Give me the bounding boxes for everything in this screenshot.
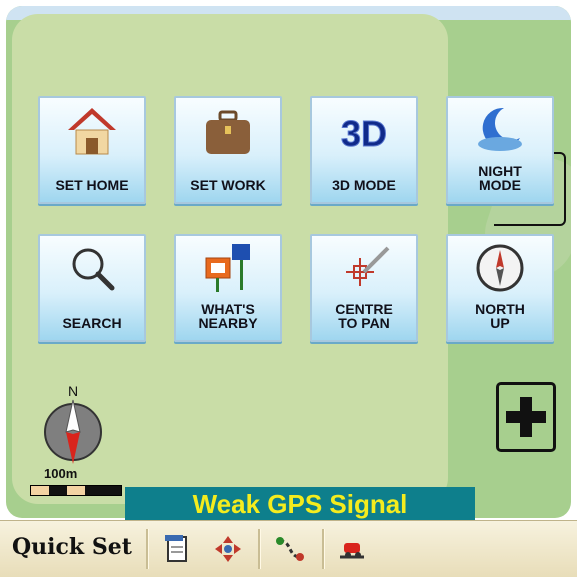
north-up-label: NORTH UP <box>475 301 525 331</box>
pan-arrows-icon[interactable] <box>212 533 244 565</box>
magnifier-icon <box>72 248 115 291</box>
north-up-button[interactable]: NORTH UP <box>446 234 554 342</box>
night-mode-button[interactable]: NIGHT MODE <box>446 96 554 204</box>
3d-icon: 3D <box>340 113 387 155</box>
toolbar-separator <box>146 529 149 569</box>
search-label: SEARCH <box>62 315 122 331</box>
toolbar-separator <box>258 529 261 569</box>
notepad-icon[interactable] <box>160 533 192 565</box>
scale-label: 100m <box>44 466 78 481</box>
compass-rose-icon[interactable]: N <box>38 382 108 466</box>
centre-to-pan-button[interactable]: CENTRE TO PAN <box>310 234 418 342</box>
whats-nearby-label: WHAT'S NEARBY <box>198 301 258 331</box>
set-home-button[interactable]: SET HOME <box>38 96 146 204</box>
night-mode-label: NIGHT MODE <box>478 163 522 193</box>
centre-to-pan-label: CENTRE TO PAN <box>335 301 393 331</box>
set-work-label: SET WORK <box>190 177 266 193</box>
plus-icon <box>506 397 546 437</box>
bottom-toolbar: Quick Set <box>0 520 577 577</box>
compass-dial-icon <box>476 244 524 292</box>
whats-nearby-button[interactable]: WHAT'S NEARBY <box>174 234 282 342</box>
house-icon <box>68 108 116 155</box>
zoom-in-button[interactable] <box>496 382 556 452</box>
toolbar-separator <box>322 529 325 569</box>
3d-mode-button[interactable]: 3D 3D MODE <box>310 96 418 204</box>
route-icon[interactable] <box>274 533 306 565</box>
search-button[interactable]: SEARCH <box>38 234 146 342</box>
traffic-icon[interactable] <box>336 533 368 565</box>
quick-set-label[interactable]: Quick Set <box>12 534 132 560</box>
briefcase-icon <box>206 110 250 154</box>
poi-signs-icon <box>205 244 250 292</box>
gps-status-banner: Weak GPS Signal <box>125 487 475 521</box>
set-work-button[interactable]: SET WORK <box>174 96 282 204</box>
moon-icon <box>478 107 522 151</box>
3d-mode-label: 3D MODE <box>332 177 396 193</box>
compass-north-letter: N <box>68 383 78 399</box>
scale-bar <box>30 485 122 496</box>
3d-icon-text: 3D <box>341 113 387 154</box>
set-home-label: SET HOME <box>55 177 129 193</box>
crosshair-pen-icon <box>346 246 390 286</box>
